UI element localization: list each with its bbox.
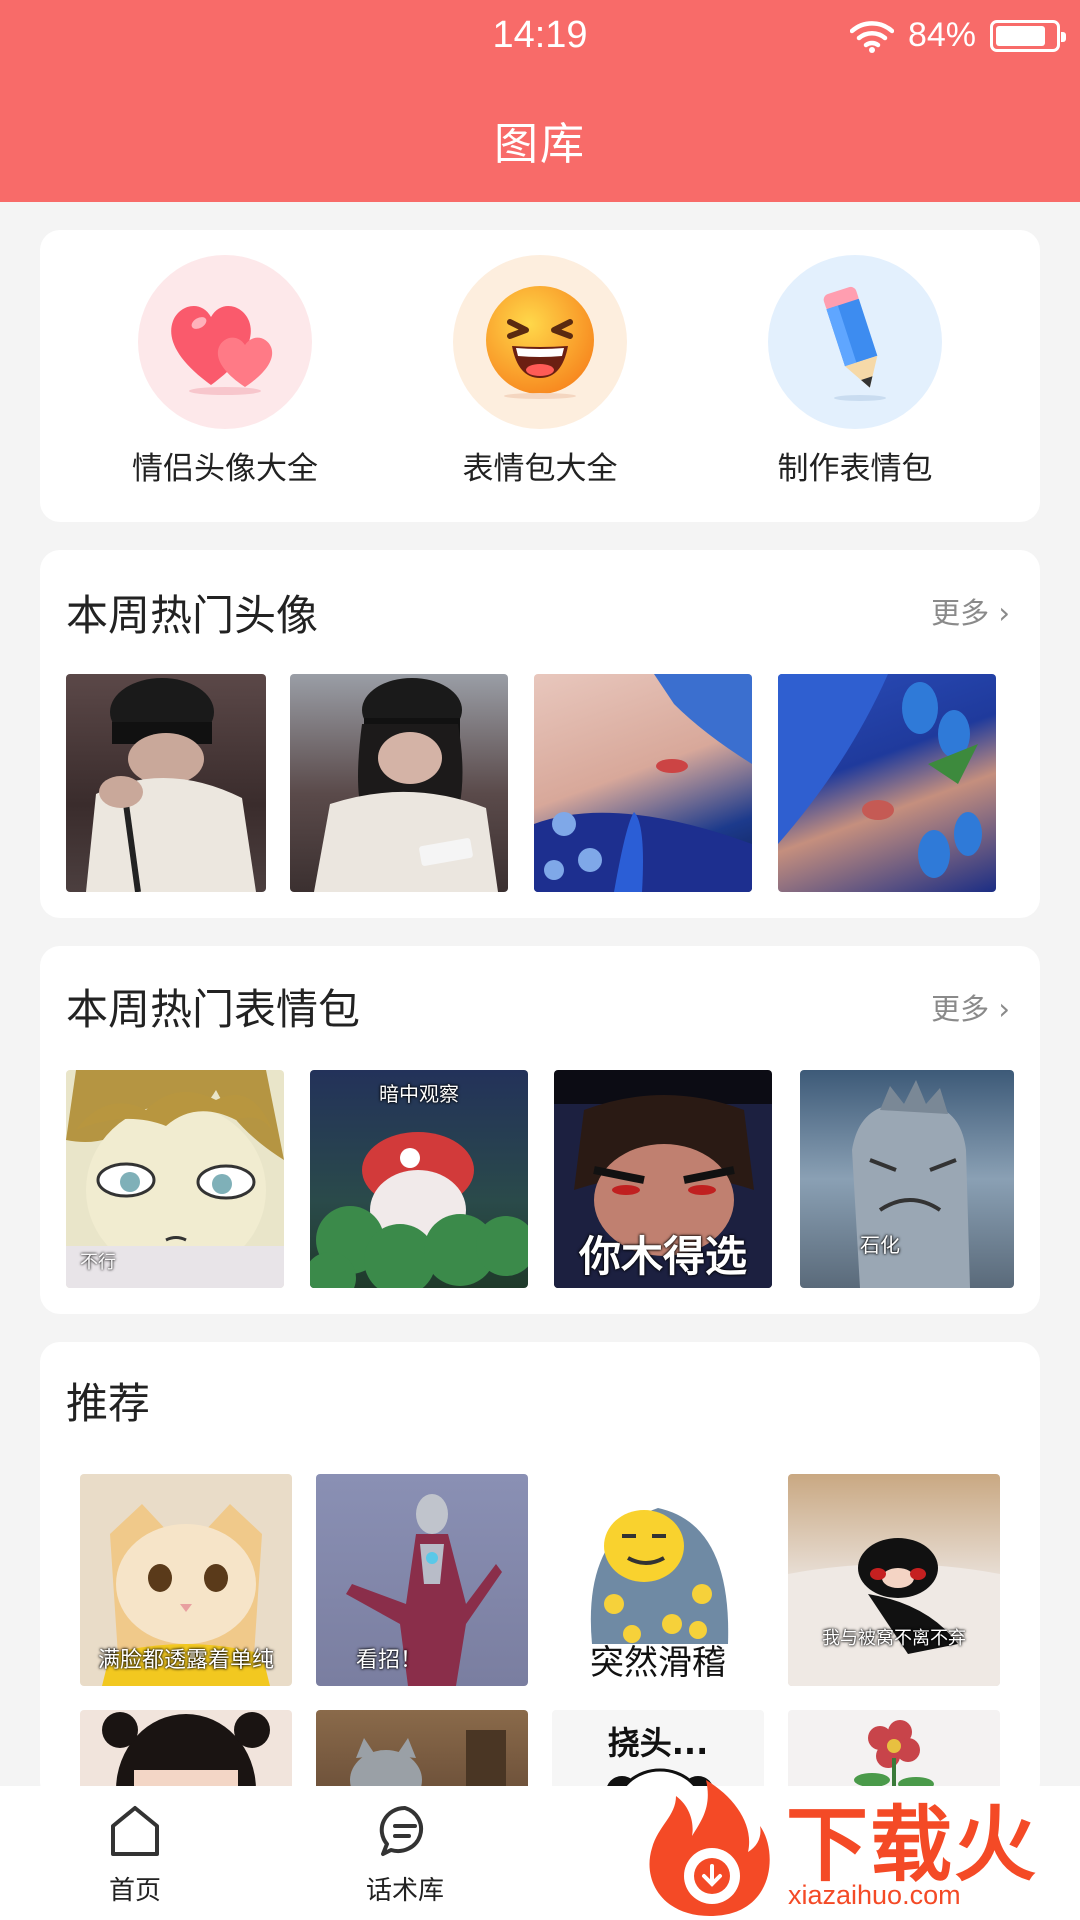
app-header: 14:19 84% 图库 (0, 0, 1080, 202)
nav-label: 话术库 (365, 1876, 444, 1906)
status-indicators: 84% (849, 16, 1066, 55)
quick-action-label: 制作表情包 (777, 451, 933, 487)
battery-fill (996, 25, 1045, 46)
section-title: 本周热门头像 (66, 591, 319, 640)
avatar-thumbnail[interactable] (778, 674, 996, 892)
chevron-right-icon: › (998, 596, 1010, 630)
sticker-caption: 突然滑稽 (590, 1643, 726, 1683)
pencil-icon (768, 255, 942, 429)
sticker-thumbnail[interactable]: 我与被窝不离不弃 (788, 1474, 1000, 1686)
battery-percent: 84% (907, 16, 976, 54)
more-label: 更多 (931, 596, 990, 630)
sticker-caption: 石化 (860, 1233, 900, 1257)
nav-phrases[interactable]: 话术库 (325, 1804, 485, 1907)
sticker-thumbnail[interactable]: 不行 (66, 1070, 284, 1288)
nav-home[interactable]: 首页 (55, 1804, 215, 1907)
section-title: 推荐 (66, 1379, 151, 1428)
chat-bubble-icon (379, 1805, 424, 1856)
quick-action-make-sticker[interactable]: 制作表情包 (735, 255, 975, 488)
watermark-url: xiazaihuo.com (788, 1880, 961, 1910)
more-label: 更多 (931, 992, 990, 1026)
sticker-caption: 我与被窝不离不弃 (822, 1628, 966, 1649)
laughing-face-icon (453, 255, 627, 429)
sticker-caption: 看招！ (356, 1648, 423, 1673)
sticker-thumbnail[interactable]: 看招！ (316, 1474, 528, 1686)
quick-action-label: 情侣头像大全 (132, 451, 318, 487)
sticker-thumbnail[interactable]: 突然滑稽 (552, 1474, 764, 1686)
page-title: 图库 (494, 119, 586, 170)
nav-label: 首页 (108, 1876, 161, 1906)
hot-avatars-card: 本周热门头像 更多 › (40, 550, 1040, 918)
recommend-card: 推荐 满脸都透露着单纯 看招！ 突然滑稽 我与被窝不离不弃 挠头... (40, 1342, 1040, 1802)
avatar-thumbnail[interactable] (534, 674, 752, 892)
heart-icon (138, 255, 312, 429)
quick-actions-card: 情侣头像大全 表情包大全 制作表情包 (40, 230, 1040, 522)
avatar-thumbnail[interactable] (290, 674, 508, 892)
avatar-thumbnail[interactable] (66, 674, 266, 892)
hot-stickers-card: 本周热门表情包 更多 › 不行 暗中观察 你木得选 石化 (40, 946, 1040, 1314)
sticker-thumbnail[interactable]: 暗中观察 (310, 1070, 528, 1288)
sticker-caption: 你木得选 (578, 1232, 747, 1281)
sticker-thumbnail[interactable]: 你木得选 (554, 1070, 772, 1288)
watermark: 下载火 xiazaihuo.com (636, 1776, 1080, 1920)
sticker-caption: 不行 (80, 1252, 116, 1273)
sticker-caption: 满脸都透露着单纯 (97, 1648, 274, 1673)
sticker-thumbnail[interactable]: 满脸都透露着单纯 (80, 1474, 292, 1686)
battery-icon (990, 19, 1066, 52)
sticker-caption: 暗中观察 (379, 1082, 459, 1106)
quick-action-couple-avatars[interactable]: 情侣头像大全 (105, 255, 345, 488)
quick-action-label: 表情包大全 (462, 451, 618, 487)
home-icon (111, 1806, 159, 1856)
section-title: 本周热门表情包 (66, 985, 361, 1034)
more-link[interactable]: 更多 › (931, 986, 1010, 1028)
sticker-thumbnail[interactable]: 石化 (800, 1070, 1014, 1288)
sticker-caption: 挠头... (607, 1724, 709, 1762)
more-link[interactable]: 更多 › (931, 590, 1010, 632)
chevron-right-icon: › (998, 992, 1010, 1026)
wifi-icon (849, 20, 894, 53)
quick-action-sticker-collection[interactable]: 表情包大全 (420, 255, 660, 488)
flame-logo (649, 1780, 770, 1916)
